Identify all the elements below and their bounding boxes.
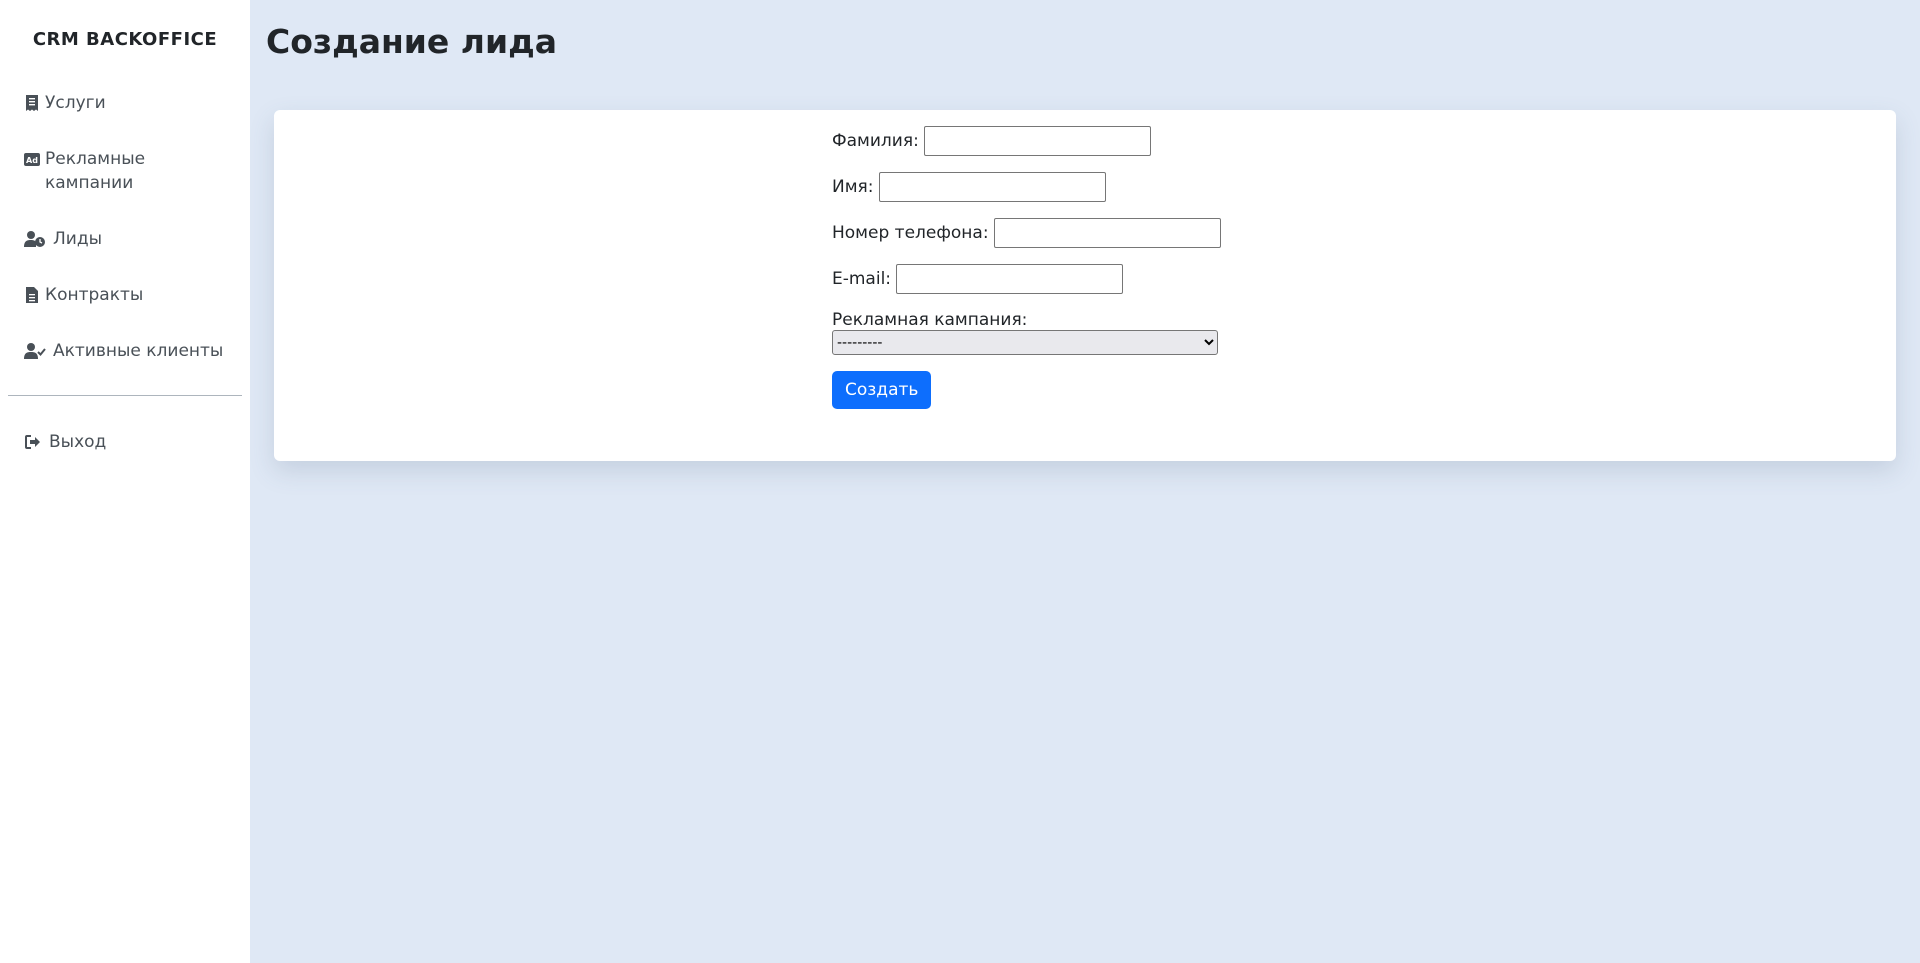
last-name-label: Фамилия: xyxy=(832,131,919,151)
brand-title: CRM BACKOFFICE xyxy=(32,29,218,50)
first-name-field[interactable] xyxy=(878,172,1106,202)
email-row: E-mail: xyxy=(832,264,1221,294)
sidebar-item-label: Лиды xyxy=(53,229,103,249)
form-card: Фамилия: Имя: Номер телефона: E-mail: Ре… xyxy=(274,110,1896,461)
campaign-select[interactable]: --------- xyxy=(832,330,1218,355)
sidebar-item-leads[interactable]: Лиды xyxy=(8,227,242,251)
last-name-field[interactable] xyxy=(923,126,1151,156)
file-icon xyxy=(24,283,40,307)
sign-out-icon xyxy=(24,430,42,454)
sidebar-item-label: Услуги xyxy=(45,93,106,113)
user-clock-icon xyxy=(24,227,46,251)
sidebar-item-label: Рекламные кампании xyxy=(45,149,146,193)
email-label: E-mail: xyxy=(832,269,892,289)
sidebar: CRM BACKOFFICE Услуги Ad Рекламные кампа… xyxy=(0,0,250,963)
sidebar-item-campaigns[interactable]: Ad Рекламные кампании xyxy=(8,147,242,195)
email-field[interactable] xyxy=(896,264,1124,294)
user-check-icon xyxy=(24,339,46,363)
create-button[interactable]: Создать xyxy=(832,371,932,409)
sidebar-item-label: Активные клиенты xyxy=(53,341,224,361)
first-name-row: Имя: xyxy=(832,172,1221,202)
campaign-row: Рекламная кампания: --------- xyxy=(832,310,1221,355)
phone-label: Номер телефона: xyxy=(832,223,989,243)
phone-row: Номер телефона: xyxy=(832,218,1221,248)
sidebar-item-label: Контракты xyxy=(45,285,144,305)
sidebar-divider xyxy=(8,395,242,396)
last-name-row: Фамилия: xyxy=(832,126,1221,156)
sidebar-item-active-clients[interactable]: Активные клиенты xyxy=(8,339,242,363)
svg-text:Ad: Ad xyxy=(26,156,38,165)
main-content: Создание лида Фамилия: Имя: Номер телефо… xyxy=(250,0,1920,963)
receipt-icon xyxy=(24,91,40,115)
campaign-label: Рекламная кампания: xyxy=(832,310,1028,330)
phone-field[interactable] xyxy=(993,218,1221,248)
sidebar-item-services[interactable]: Услуги xyxy=(8,91,242,115)
sidebar-item-label: Выход xyxy=(49,432,107,452)
sidebar-item-logout[interactable]: Выход xyxy=(8,430,242,454)
page-title: Создание лида xyxy=(266,22,557,61)
sidebar-item-contracts[interactable]: Контракты xyxy=(8,283,242,307)
create-lead-form: Фамилия: Имя: Номер телефона: E-mail: Ре… xyxy=(832,126,1221,409)
ad-icon: Ad xyxy=(24,147,40,171)
first-name-label: Имя: xyxy=(832,177,874,197)
